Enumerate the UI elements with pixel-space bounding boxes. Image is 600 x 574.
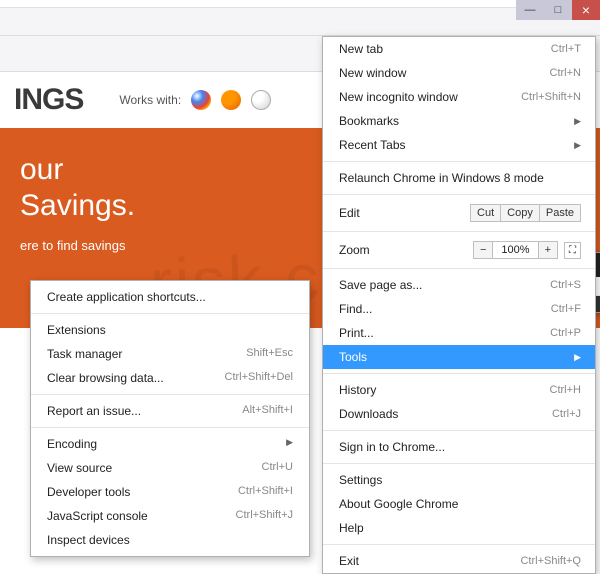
zoom-value: 100% — [493, 241, 537, 259]
menu-print[interactable]: Print...Ctrl+P — [323, 321, 595, 345]
menu-separator — [31, 427, 309, 428]
menu-separator — [323, 430, 595, 431]
window-controls: — □ × — [516, 0, 600, 20]
menu-separator — [31, 313, 309, 314]
site-logo-text: INGS — [14, 83, 83, 117]
menu-separator — [323, 194, 595, 195]
chrome-main-menu: New tabCtrl+T New windowCtrl+N New incog… — [322, 36, 596, 574]
submenu-extensions[interactable]: Extensions — [31, 318, 309, 342]
titlebar — [0, 0, 600, 8]
cut-button[interactable]: Cut — [470, 204, 501, 222]
menu-exit[interactable]: ExitCtrl+Shift+Q — [323, 549, 595, 573]
close-window-button[interactable]: × — [572, 0, 600, 20]
submenu-create-shortcuts[interactable]: Create application shortcuts... — [31, 285, 309, 309]
submenu-report-issue[interactable]: Report an issue...Alt+Shift+I — [31, 399, 309, 423]
submenu-view-source[interactable]: View sourceCtrl+U — [31, 456, 309, 480]
submenu-javascript-console[interactable]: JavaScript consoleCtrl+Shift+J — [31, 504, 309, 528]
safari-icon — [251, 90, 271, 110]
copy-button[interactable]: Copy — [501, 204, 540, 222]
menu-help[interactable]: Help — [323, 516, 595, 540]
menu-sign-in[interactable]: Sign in to Chrome... — [323, 435, 595, 459]
menu-separator — [323, 463, 595, 464]
chevron-right-icon: ▶ — [574, 352, 581, 363]
chevron-right-icon: ▶ — [574, 140, 581, 151]
menu-separator — [323, 268, 595, 269]
fullscreen-button[interactable]: ⛶ — [564, 242, 581, 259]
menu-save-page[interactable]: Save page as...Ctrl+S — [323, 273, 595, 297]
chevron-right-icon: ▶ — [574, 116, 581, 127]
menu-bookmarks[interactable]: Bookmarks▶ — [323, 109, 595, 133]
menu-relaunch-win8[interactable]: Relaunch Chrome in Windows 8 mode — [323, 166, 595, 190]
menu-new-tab[interactable]: New tabCtrl+T — [323, 37, 595, 61]
menu-recent-tabs[interactable]: Recent Tabs▶ — [323, 133, 595, 157]
menu-about[interactable]: About Google Chrome — [323, 492, 595, 516]
menu-separator — [323, 161, 595, 162]
submenu-encoding[interactable]: Encoding▶ — [31, 432, 309, 456]
firefox-icon — [221, 90, 241, 110]
paste-button[interactable]: Paste — [540, 204, 581, 222]
chevron-right-icon: ▶ — [286, 437, 293, 451]
menu-new-window[interactable]: New windowCtrl+N — [323, 61, 595, 85]
tools-submenu: Create application shortcuts... Extensio… — [30, 280, 310, 557]
zoom-in-button[interactable]: + — [538, 241, 558, 259]
menu-find[interactable]: Find...Ctrl+F — [323, 297, 595, 321]
tab-strip[interactable] — [0, 8, 600, 36]
works-with-label: Works with: — [119, 93, 181, 107]
menu-history[interactable]: HistoryCtrl+H — [323, 378, 595, 402]
menu-settings[interactable]: Settings — [323, 468, 595, 492]
submenu-inspect-devices[interactable]: Inspect devices — [31, 528, 309, 552]
submenu-task-manager[interactable]: Task managerShift+Esc — [31, 342, 309, 366]
menu-edit: Edit Cut Copy Paste — [323, 199, 595, 227]
zoom-out-button[interactable]: − — [473, 241, 493, 259]
menu-zoom: Zoom − 100% + ⛶ — [323, 236, 595, 264]
menu-downloads[interactable]: DownloadsCtrl+J — [323, 402, 595, 426]
menu-separator — [323, 231, 595, 232]
menu-separator — [31, 394, 309, 395]
menu-separator — [323, 544, 595, 545]
submenu-developer-tools[interactable]: Developer toolsCtrl+Shift+I — [31, 480, 309, 504]
submenu-clear-browsing-data[interactable]: Clear browsing data...Ctrl+Shift+Del — [31, 366, 309, 390]
chrome-icon — [191, 90, 211, 110]
menu-new-incognito[interactable]: New incognito windowCtrl+Shift+N — [323, 85, 595, 109]
menu-separator — [323, 373, 595, 374]
maximize-button[interactable]: □ — [544, 0, 572, 20]
minimize-button[interactable]: — — [516, 0, 544, 20]
menu-tools[interactable]: Tools▶ — [323, 345, 595, 369]
